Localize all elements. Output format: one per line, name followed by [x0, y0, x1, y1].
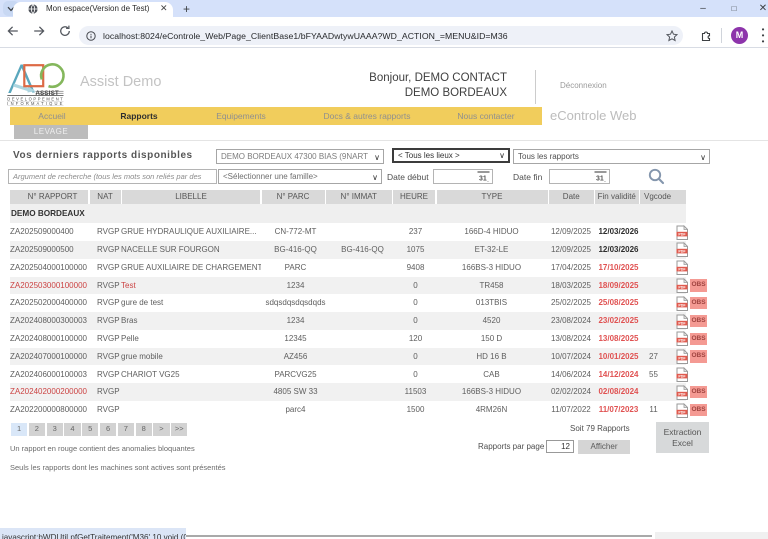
svg-text:PDF: PDF — [678, 339, 686, 343]
svg-text:PDF: PDF — [678, 410, 686, 414]
svg-text:PDF: PDF — [678, 357, 686, 361]
svg-text:PDF: PDF — [678, 286, 686, 290]
svg-text:PDF: PDF — [678, 321, 686, 325]
svg-text:PDF: PDF — [678, 232, 686, 236]
svg-text:PDF: PDF — [678, 268, 686, 272]
svg-text:PDF: PDF — [678, 303, 686, 307]
svg-text:PDF: PDF — [678, 375, 686, 379]
svg-text:PDF: PDF — [678, 250, 686, 254]
svg-text:,: , — [487, 177, 489, 182]
svg-text:31: 31 — [479, 176, 487, 183]
svg-text:31: 31 — [596, 176, 604, 183]
svg-text:PDF: PDF — [678, 392, 686, 396]
svg-text:,: , — [604, 177, 606, 182]
